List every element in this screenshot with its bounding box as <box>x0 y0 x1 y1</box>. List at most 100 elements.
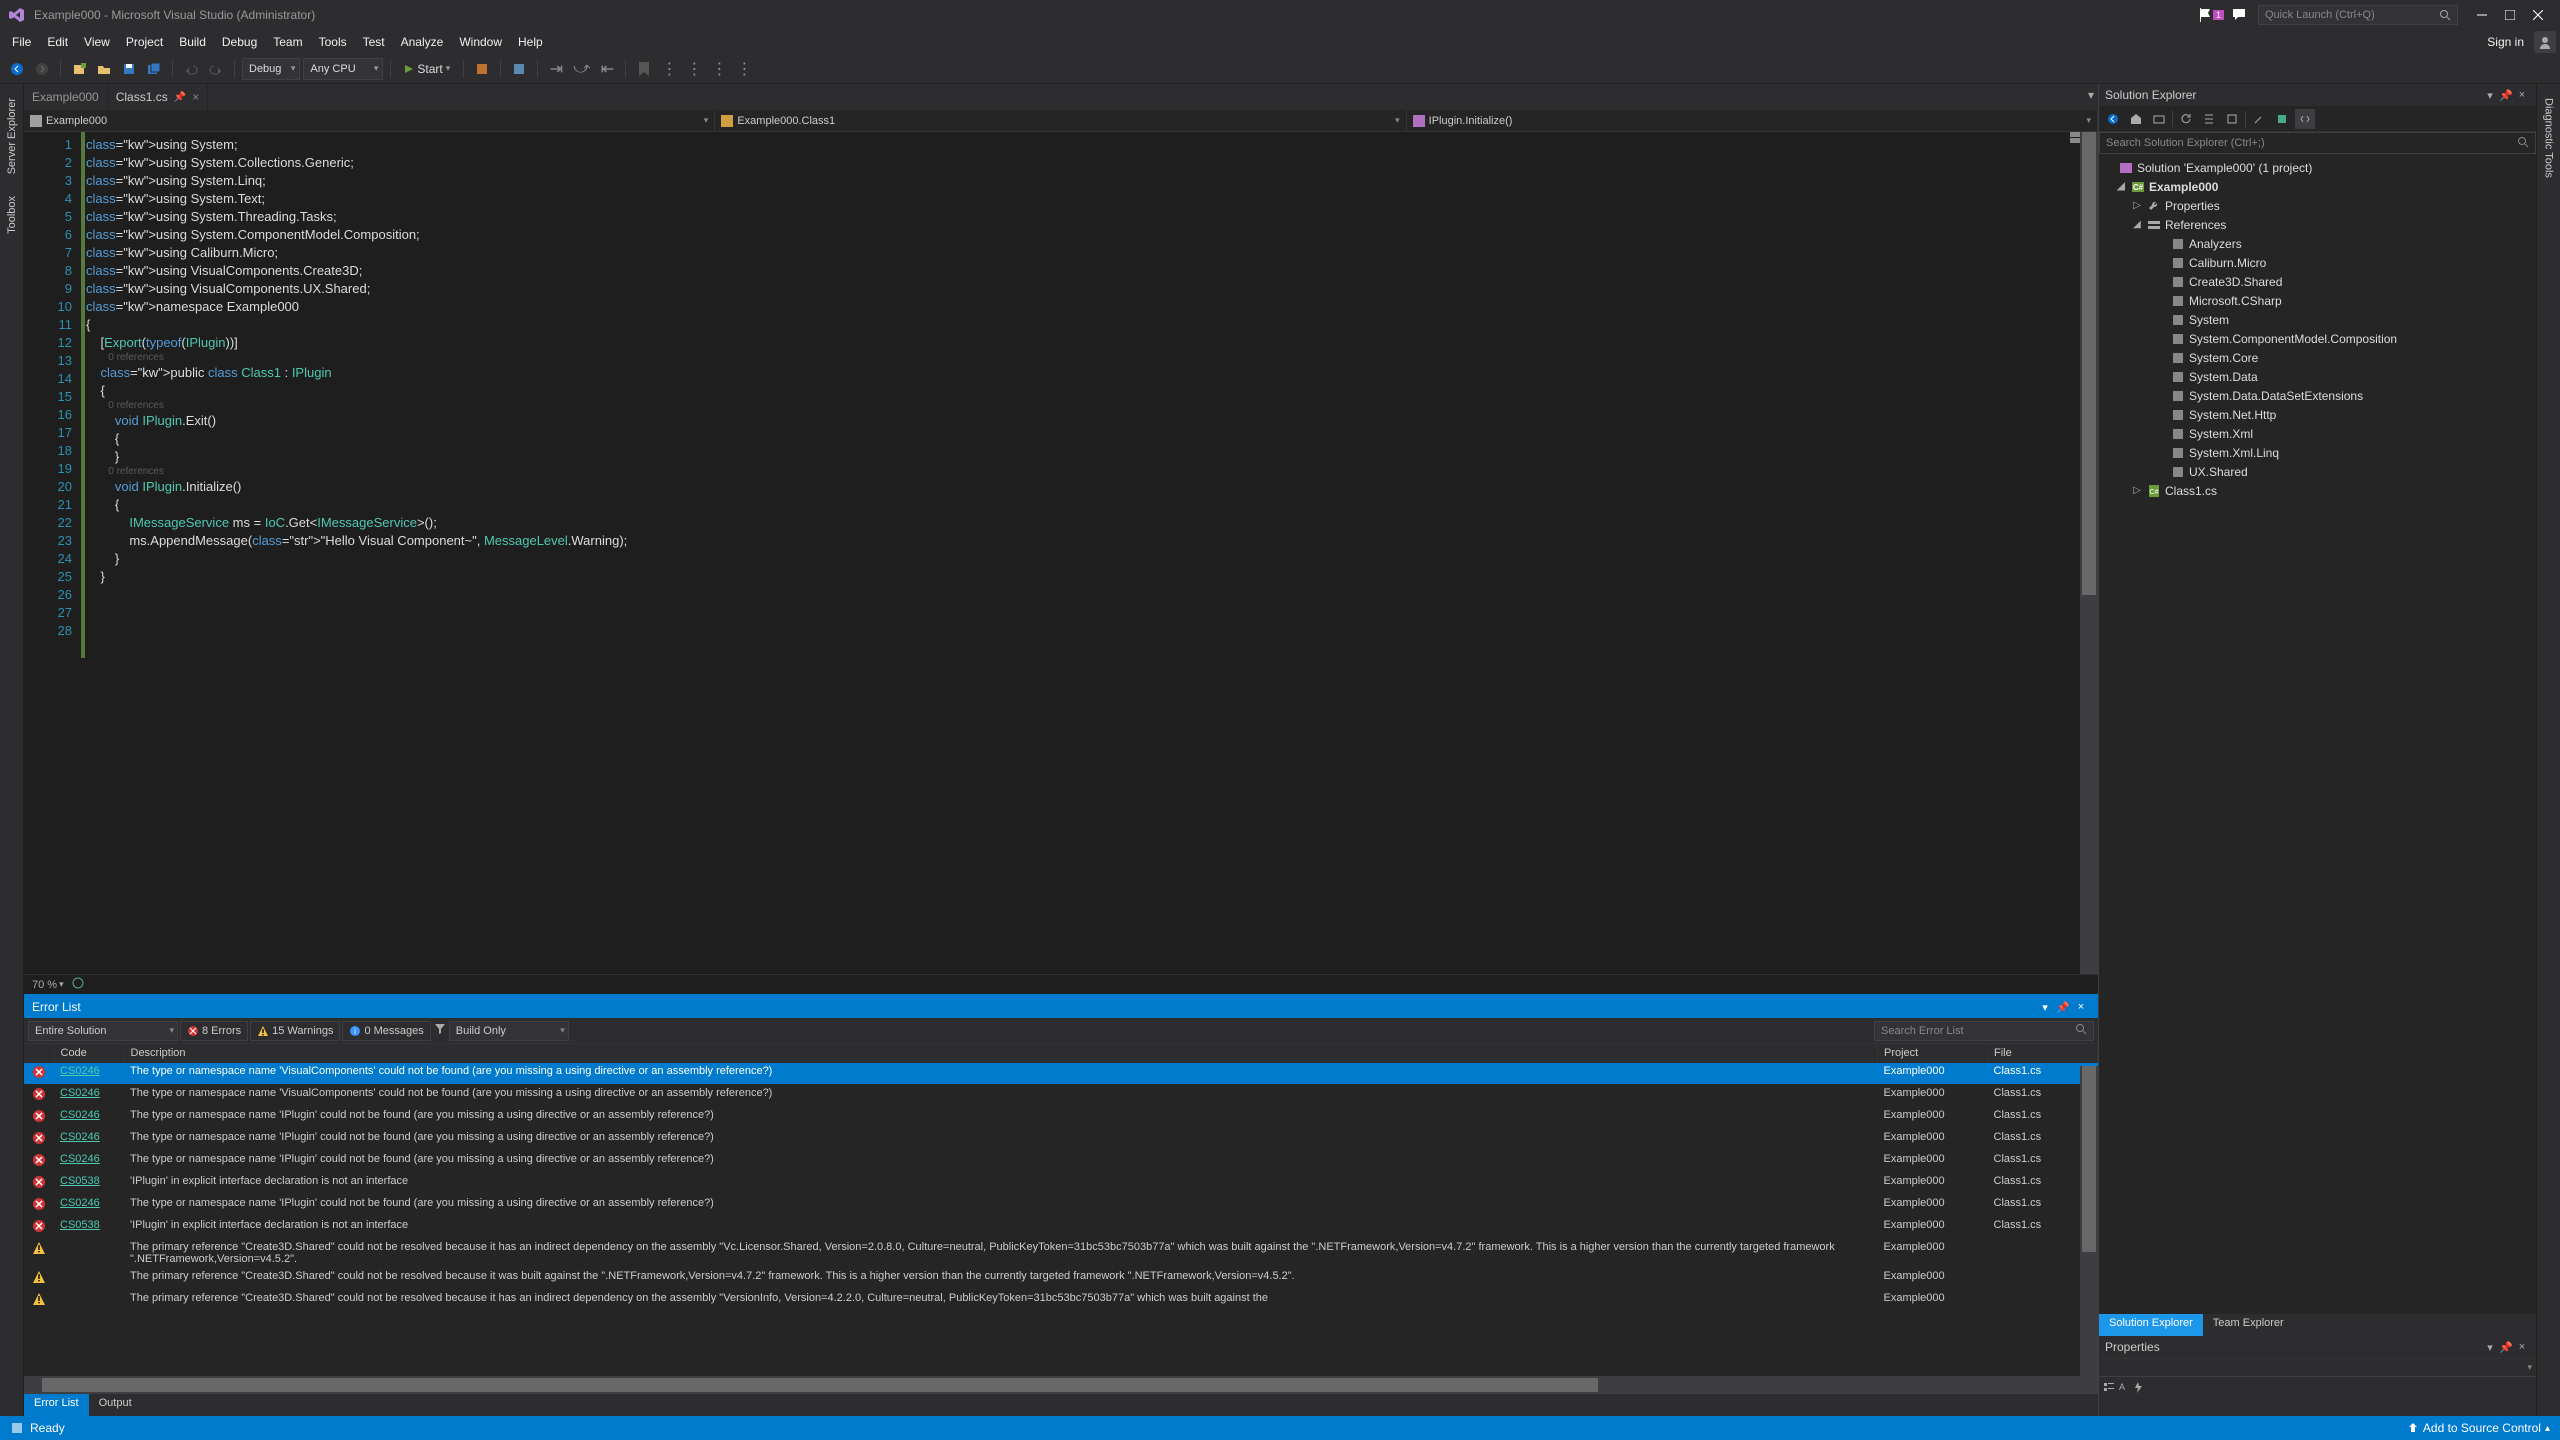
close-panel-icon[interactable]: × <box>2514 1341 2530 1353</box>
error-list-header[interactable]: Error List ▾ 📌 × <box>24 996 2098 1018</box>
menu-analyze[interactable]: Analyze <box>393 32 452 52</box>
solution-node[interactable]: Solution 'Example000' (1 project) <box>2099 158 2536 177</box>
props-events-button[interactable] <box>2133 1380 2145 1398</box>
bottom-tab-output[interactable]: Output <box>89 1394 142 1416</box>
close-panel-icon[interactable]: × <box>2072 1001 2090 1013</box>
se-properties-button[interactable] <box>2249 109 2269 129</box>
properties-header[interactable]: Properties ▾ 📌 × <box>2099 1336 2536 1358</box>
se-home-button[interactable] <box>2126 109 2146 129</box>
toolbar-btn-1[interactable] <box>471 58 493 80</box>
menu-test[interactable]: Test <box>355 32 393 52</box>
avatar-icon[interactable] <box>2534 31 2556 53</box>
rail-tab-diagnostic-tools[interactable]: Diagnostic Tools <box>2541 90 2557 186</box>
se-back-button[interactable] <box>2103 109 2123 129</box>
menu-file[interactable]: File <box>4 32 39 52</box>
open-file-button[interactable] <box>93 58 115 80</box>
menu-view[interactable]: View <box>76 32 118 52</box>
col-description[interactable]: Description <box>124 1044 1878 1063</box>
error-list-table[interactable]: Code Description Project File CS0246The … <box>24 1044 2098 1376</box>
errors-filter-button[interactable]: 8 Errors <box>180 1021 248 1041</box>
project-node[interactable]: ◢C#Example000 <box>2099 177 2536 196</box>
props-categorized-button[interactable] <box>2103 1380 2115 1398</box>
menu-help[interactable]: Help <box>510 32 551 52</box>
error-row[interactable]: The primary reference "Create3D.Shared" … <box>24 1239 2098 1268</box>
reference-item[interactable]: System.Core <box>2099 348 2536 367</box>
error-list-vertical-scrollbar[interactable] <box>2080 1066 2098 1376</box>
menu-build[interactable]: Build <box>171 32 214 52</box>
col-code[interactable]: Code <box>54 1044 124 1063</box>
properties-object-dropdown[interactable]: ▾ <box>2099 1359 2536 1377</box>
close-panel-icon[interactable]: × <box>2514 89 2530 101</box>
reference-item[interactable]: System.Data.DataSetExtensions <box>2099 386 2536 405</box>
reference-item[interactable]: System.Xml.Linq <box>2099 443 2536 462</box>
error-code[interactable] <box>54 1268 124 1290</box>
nav-class-dropdown[interactable]: Example000.Class1 <box>715 110 1406 132</box>
quick-launch-input[interactable]: Quick Launch (Ctrl+Q) <box>2258 5 2458 25</box>
solution-explorer-tree[interactable]: Solution 'Example000' (1 project)◢C#Exam… <box>2099 154 2536 1314</box>
reference-item[interactable]: System.Data <box>2099 367 2536 386</box>
menu-team[interactable]: Team <box>265 32 310 52</box>
rail-tab-toolbox[interactable]: Toolbox <box>4 188 20 242</box>
nav-member-dropdown[interactable]: IPlugin.Initialize() <box>1407 110 2098 132</box>
toolbar-btn-6[interactable]: ⋮ <box>733 58 755 80</box>
error-code[interactable]: CS0246 <box>54 1107 124 1129</box>
toolbar-btn-4[interactable]: ⋮ <box>683 58 705 80</box>
error-code[interactable]: CS0246 <box>54 1195 124 1217</box>
error-code[interactable] <box>54 1239 124 1268</box>
menu-edit[interactable]: Edit <box>39 32 76 52</box>
source-control-link[interactable]: Add to Source Control <box>2423 1421 2541 1435</box>
panel-menu-icon[interactable]: ▾ <box>2482 89 2498 102</box>
menu-tools[interactable]: Tools <box>311 32 355 52</box>
filter-button[interactable] <box>433 1021 447 1040</box>
pin-panel-icon[interactable]: 📌 <box>2498 1341 2514 1354</box>
pin-icon[interactable]: 📌 <box>174 92 186 103</box>
class-file-node[interactable]: ▷C#Class1.cs <box>2099 481 2536 500</box>
pin-panel-icon[interactable]: 📌 <box>2498 89 2514 102</box>
reference-item[interactable]: System.Net.Http <box>2099 405 2536 424</box>
redo-button[interactable] <box>205 58 227 80</box>
menu-debug[interactable]: Debug <box>214 32 265 52</box>
toolbar-btn-5[interactable]: ⋮ <box>708 58 730 80</box>
reference-item[interactable]: System.ComponentModel.Composition <box>2099 329 2536 348</box>
error-row[interactable]: CS0246The type or namespace name 'IPlugi… <box>24 1129 2098 1151</box>
doc-tab-project[interactable]: Example000 <box>24 84 108 110</box>
sign-in-link[interactable]: Sign in <box>2487 35 2524 49</box>
toolbar-btn-3[interactable]: ⋮ <box>658 58 680 80</box>
nav-project-dropdown[interactable]: Example000 <box>24 110 715 132</box>
error-row[interactable]: CS0246The type or namespace name 'IPlugi… <box>24 1151 2098 1173</box>
reference-item[interactable]: UX.Shared <box>2099 462 2536 481</box>
tabs-overflow-icon[interactable]: ▾ <box>2088 88 2094 102</box>
solution-explorer-search[interactable]: Search Solution Explorer (Ctrl+;) <box>2099 132 2536 154</box>
se-preview-button[interactable] <box>2272 109 2292 129</box>
error-code[interactable]: CS0538 <box>54 1173 124 1195</box>
se-view-code-button[interactable] <box>2295 109 2315 129</box>
references-node[interactable]: ◢References <box>2099 215 2536 234</box>
chevron-up-icon[interactable]: ▴ <box>2545 1423 2550 1434</box>
reference-item[interactable]: Microsoft.CSharp <box>2099 291 2536 310</box>
rail-tab-server-explorer[interactable]: Server Explorer <box>4 90 20 182</box>
error-row[interactable]: The primary reference "Create3D.Shared" … <box>24 1268 2098 1290</box>
pin-panel-icon[interactable]: 📌 <box>2054 1001 2072 1014</box>
save-button[interactable] <box>118 58 140 80</box>
error-code[interactable]: CS0538 <box>54 1217 124 1239</box>
editor-vertical-scrollbar[interactable] <box>2080 132 2098 974</box>
error-row[interactable]: The primary reference "Create3D.Shared" … <box>24 1290 2098 1312</box>
error-row[interactable]: CS0246The type or namespace name 'IPlugi… <box>24 1195 2098 1217</box>
reference-item[interactable]: Create3D.Shared <box>2099 272 2536 291</box>
doc-tab-class1[interactable]: Class1.cs 📌 × <box>108 84 208 110</box>
forward-button[interactable] <box>31 58 53 80</box>
error-list-horizontal-scrollbar[interactable] <box>24 1376 2098 1394</box>
scope-dropdown[interactable]: Entire Solution <box>28 1021 178 1041</box>
feedback-icon[interactable] <box>2232 8 2248 22</box>
error-row[interactable]: CS0538'IPlugin' in explicit interface de… <box>24 1217 2098 1239</box>
code-area[interactable]: class="kw">using System;class="kw">using… <box>86 132 2080 974</box>
tab-solution-explorer[interactable]: Solution Explorer <box>2099 1314 2203 1336</box>
error-code[interactable]: CS0246 <box>54 1063 124 1085</box>
new-project-button[interactable] <box>68 58 90 80</box>
platform-dropdown[interactable]: Any CPU <box>303 58 383 80</box>
col-file[interactable]: File <box>1988 1044 2098 1063</box>
tab-team-explorer[interactable]: Team Explorer <box>2203 1314 2294 1336</box>
close-tab-icon[interactable]: × <box>192 90 199 104</box>
maximize-button[interactable] <box>2496 4 2524 26</box>
split-view-button[interactable] <box>2070 132 2080 146</box>
